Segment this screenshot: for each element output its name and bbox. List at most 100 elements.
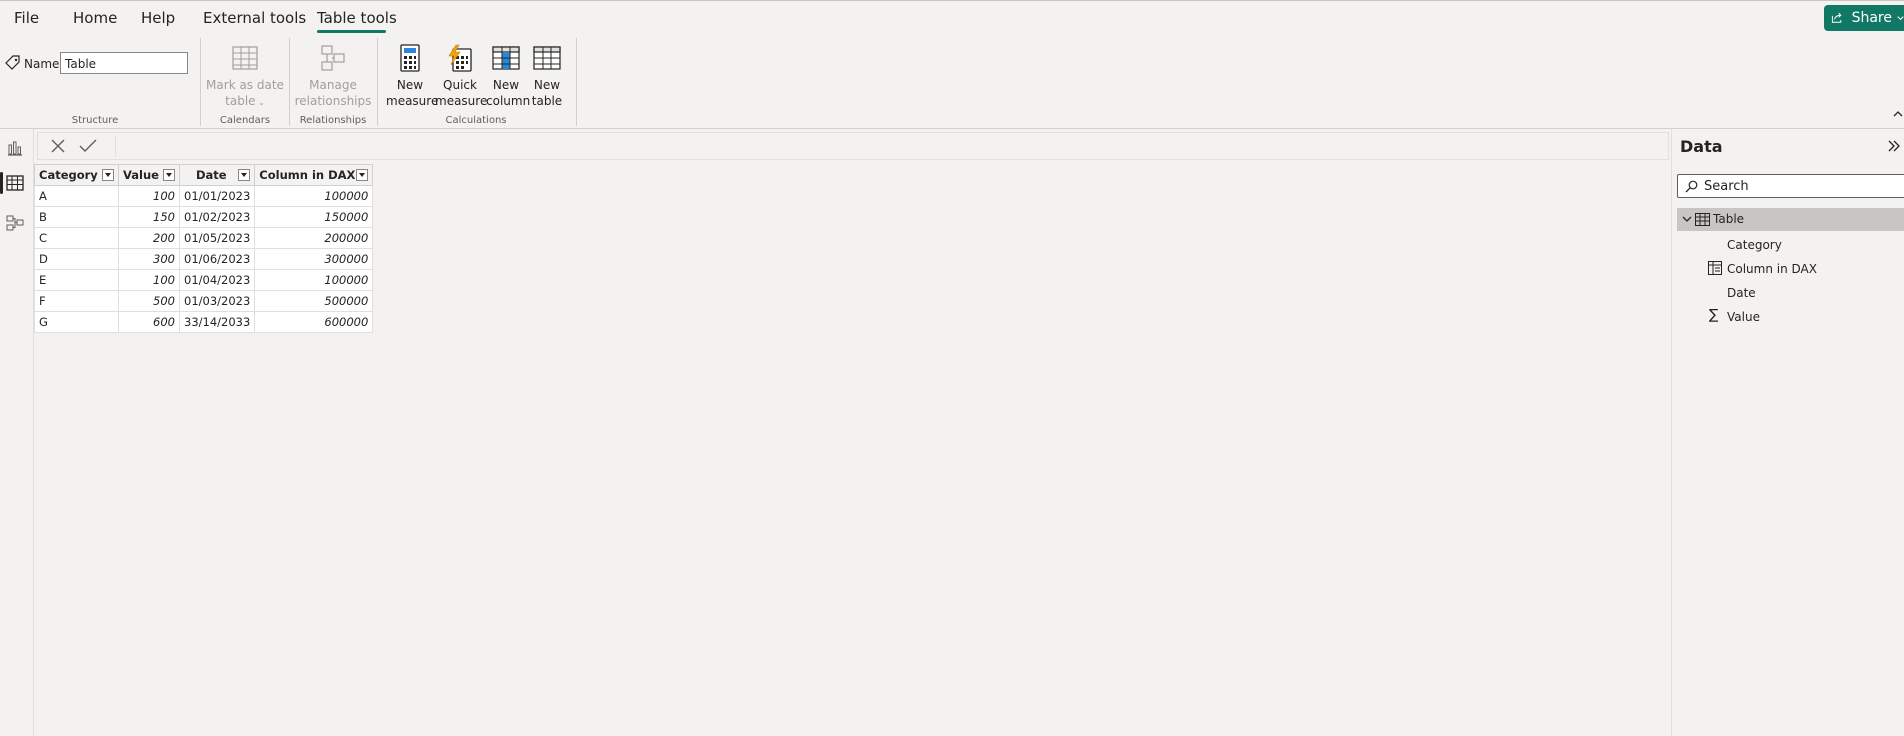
quick-measure-button[interactable]: Quick measure xyxy=(435,44,488,109)
filter-dropdown-icon[interactable] xyxy=(163,169,175,181)
cell-category[interactable]: B xyxy=(34,206,119,228)
formula-bar[interactable] xyxy=(37,132,1669,160)
table-view-icon[interactable] xyxy=(6,174,24,192)
chevron-down-icon[interactable] xyxy=(1682,215,1692,223)
ribbon-divider xyxy=(289,38,290,126)
table-row[interactable]: G 600 33/14/2033 600000 xyxy=(34,311,374,333)
cell-date[interactable]: 01/03/2023 xyxy=(178,290,256,312)
cell-category[interactable]: C xyxy=(34,227,119,249)
new-measure-line1: New xyxy=(396,78,424,92)
collapse-ribbon-icon[interactable] xyxy=(1893,110,1903,118)
cell-column-in-dax[interactable]: 150000 xyxy=(254,206,374,228)
field-date[interactable]: Date xyxy=(1727,286,1756,300)
menu-table-tools[interactable]: Table tools xyxy=(317,9,397,27)
calendar-table-icon xyxy=(232,46,258,70)
cell-category[interactable]: A xyxy=(34,185,119,207)
filter-dropdown-icon[interactable] xyxy=(356,169,369,181)
cell-column-in-dax[interactable]: 300000 xyxy=(254,248,374,270)
cell-column-in-dax[interactable]: 600000 xyxy=(254,311,374,333)
active-view-indicator xyxy=(0,172,3,194)
new-column-line1: New xyxy=(492,78,520,92)
data-pane-title: Data xyxy=(1680,137,1723,156)
share-button[interactable]: Share xyxy=(1824,5,1904,31)
manage-line2: relationships xyxy=(294,94,372,108)
manage-relationships-button[interactable]: Manage relationships xyxy=(293,44,373,109)
new-column-line2: column xyxy=(486,94,531,108)
quick-measure-icon xyxy=(448,44,472,72)
new-measure-button[interactable]: New measure xyxy=(386,44,438,109)
table-row[interactable]: A 100 01/01/2023 100000 xyxy=(34,185,374,207)
new-column-icon xyxy=(492,46,520,70)
table-row[interactable]: D 300 01/06/2023 300000 xyxy=(34,248,374,270)
model-view-icon[interactable] xyxy=(6,214,24,232)
cell-value[interactable]: 150 xyxy=(118,206,180,228)
report-view-icon[interactable] xyxy=(6,139,24,157)
group-label-relationships: Relationships xyxy=(299,115,367,126)
table-row[interactable]: F 500 01/03/2023 500000 xyxy=(34,290,374,312)
cell-date[interactable]: 01/04/2023 xyxy=(178,269,256,291)
column-header-column-in-dax[interactable]: Column in DAX xyxy=(254,164,374,186)
table-row[interactable]: E 100 01/04/2023 100000 xyxy=(34,269,374,291)
quick-measure-line2: measure xyxy=(435,94,488,108)
filter-dropdown-icon[interactable] xyxy=(102,169,114,181)
formula-divider xyxy=(115,135,116,157)
cell-date[interactable]: 01/06/2023 xyxy=(178,248,256,270)
new-table-button[interactable]: New table xyxy=(527,44,567,109)
menu-help[interactable]: Help xyxy=(141,9,175,27)
cell-date[interactable]: 33/14/2033 xyxy=(178,311,256,333)
cell-column-in-dax[interactable]: 100000 xyxy=(254,185,374,207)
menu-file[interactable]: File xyxy=(14,9,39,27)
new-column-button[interactable]: New column xyxy=(486,44,531,109)
ribbon-divider xyxy=(377,38,378,126)
tree-table-row[interactable]: Table xyxy=(1677,208,1904,231)
column-header-category[interactable]: Category xyxy=(34,164,119,186)
mark-as-date-table-button[interactable]: Mark as date table ⌄ xyxy=(205,44,285,111)
search-placeholder: Search xyxy=(1704,179,1749,194)
search-icon xyxy=(1685,180,1698,193)
table-name-input[interactable]: Table xyxy=(60,52,188,74)
cell-value[interactable]: 200 xyxy=(118,227,180,249)
cell-value[interactable]: 600 xyxy=(118,311,180,333)
cancel-icon[interactable] xyxy=(51,139,65,153)
cell-column-in-dax[interactable]: 200000 xyxy=(254,227,374,249)
column-header-value[interactable]: Value xyxy=(118,164,180,186)
tag-icon xyxy=(5,55,20,70)
cell-category[interactable]: E xyxy=(34,269,119,291)
table-row[interactable]: B 150 01/02/2023 150000 xyxy=(34,206,374,228)
cell-value[interactable]: 300 xyxy=(118,248,180,270)
cell-date[interactable]: 01/01/2023 xyxy=(178,185,256,207)
field-value[interactable]: Value xyxy=(1727,310,1760,324)
menu-bar: File Home Help External tools Table tool… xyxy=(0,0,1904,37)
cell-date[interactable]: 01/02/2023 xyxy=(178,206,256,228)
group-label-calculations: Calculations xyxy=(445,115,507,126)
cell-value[interactable]: 100 xyxy=(118,185,180,207)
cell-value[interactable]: 500 xyxy=(118,290,180,312)
data-search-input[interactable]: Search xyxy=(1677,174,1904,198)
manage-line1: Manage xyxy=(309,78,357,92)
cell-date[interactable]: 01/05/2023 xyxy=(178,227,256,249)
mark-date-line2: table xyxy=(225,94,256,108)
new-table-line1: New xyxy=(533,78,561,92)
calculated-column-icon xyxy=(1708,261,1722,275)
column-header-date[interactable]: Date xyxy=(178,164,256,186)
calculator-icon xyxy=(400,44,420,72)
filter-dropdown-icon[interactable] xyxy=(238,169,251,181)
chevron-down-icon: ⌄ xyxy=(255,98,265,107)
cell-category[interactable]: F xyxy=(34,290,119,312)
chevron-down-icon xyxy=(1897,16,1904,21)
cell-column-in-dax[interactable]: 100000 xyxy=(254,269,374,291)
menu-external-tools[interactable]: External tools xyxy=(203,9,306,27)
new-table-line2: table xyxy=(531,94,563,108)
field-category[interactable]: Category xyxy=(1727,238,1782,252)
cell-column-in-dax[interactable]: 500000 xyxy=(254,290,374,312)
collapse-pane-icon[interactable] xyxy=(1887,139,1901,153)
commit-icon[interactable] xyxy=(79,139,97,153)
menu-home[interactable]: Home xyxy=(73,9,117,27)
field-column-in-dax[interactable]: Column in DAX xyxy=(1727,262,1817,276)
data-grid: Category Value Date Column in DAX A 100 … xyxy=(34,164,374,333)
cell-value[interactable]: 100 xyxy=(118,269,180,291)
table-row[interactable]: C 200 01/05/2023 200000 xyxy=(34,227,374,249)
cell-category[interactable]: G xyxy=(34,311,119,333)
share-label: Share xyxy=(1851,10,1892,26)
cell-category[interactable]: D xyxy=(34,248,119,270)
